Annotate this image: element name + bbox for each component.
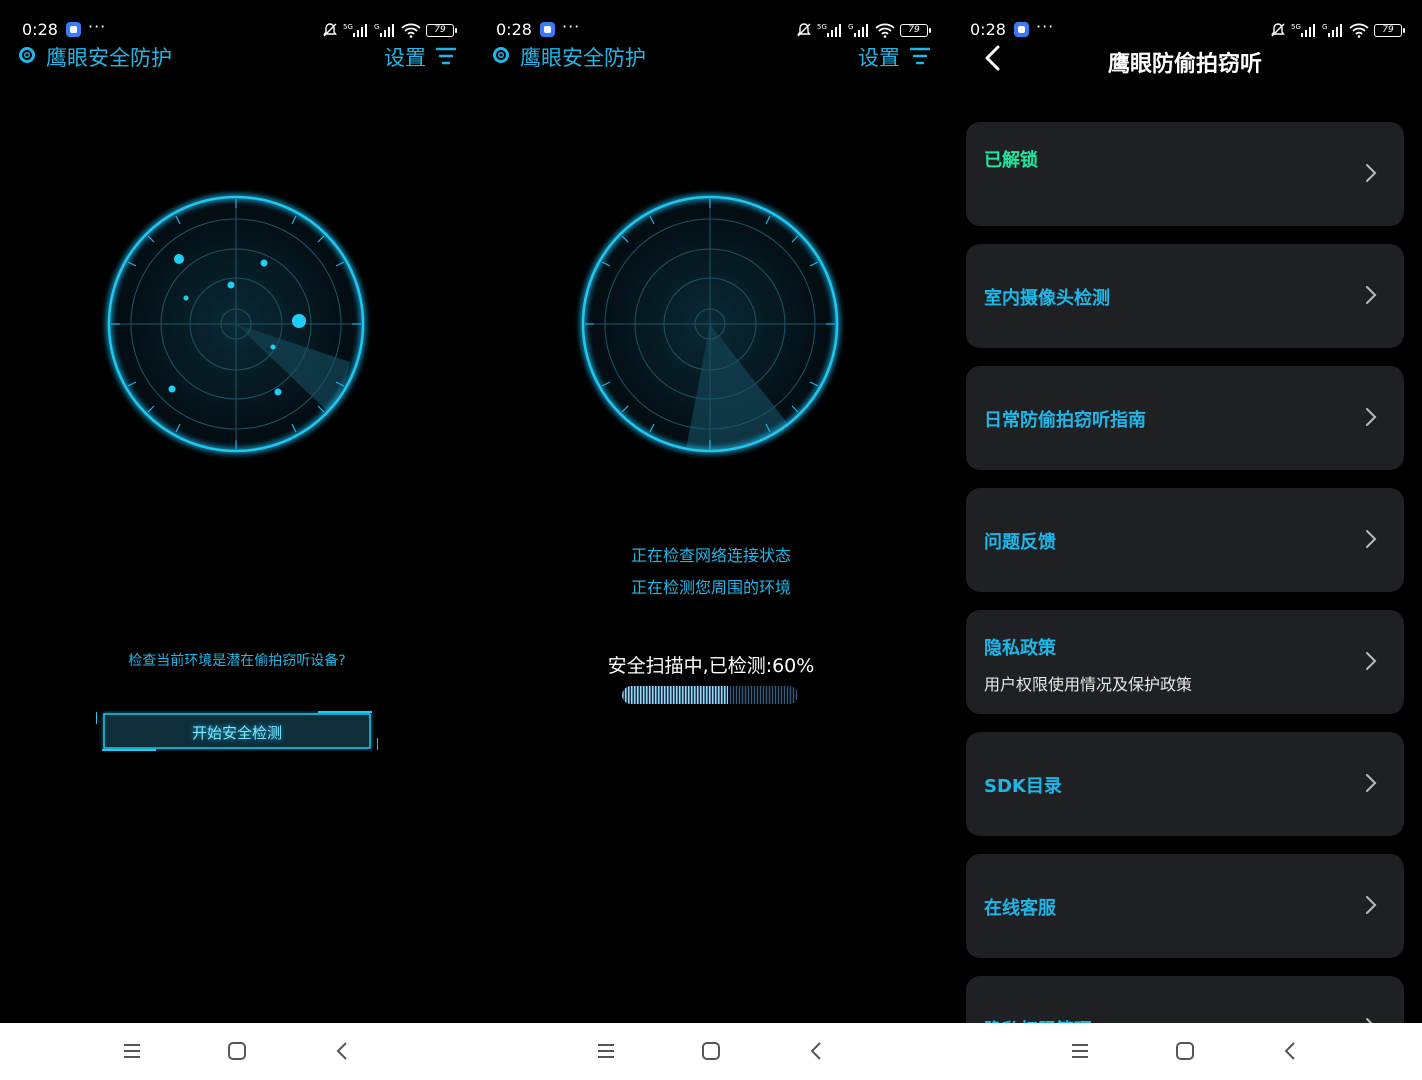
scan-status-environment: 正在检测您周围的环境 [630,578,791,597]
system-nav-bar [948,1023,1422,1080]
status-icons: 5G G 79 [1270,20,1405,40]
recents-icon[interactable] [122,1041,142,1061]
menu-item-feedback[interactable]: 问题反馈 [966,488,1404,592]
scan-status-network: 正在检查网络连接状态 [630,546,791,565]
signal-icon: G [848,23,868,37]
chevron-right-icon [1366,530,1377,548]
menu-item-privacy-policy[interactable]: 隐私政策 用户权限使用情况及保护政策 [966,610,1404,714]
wifi-icon [875,23,895,38]
menu-item-label: 日常防偷拍窃听指南 [984,410,1146,431]
wifi-icon [1349,23,1369,38]
app-header: 鹰眼安全防护 设置 [474,40,948,72]
back-nav-icon[interactable] [806,1041,826,1061]
menu-item-subtitle: 用户权限使用情况及保护政策 [984,675,1193,694]
status-icons: 5G G 79 [796,20,931,40]
menu-item-guide[interactable]: 日常防偷拍窃听指南 [966,366,1404,470]
app-notification-icon [540,22,555,37]
app-notification-icon [66,22,81,37]
chevron-right-icon [1366,286,1377,304]
chevron-right-icon [1366,774,1377,792]
recents-icon[interactable] [1070,1041,1090,1061]
status-time: 0:28 [970,20,1006,39]
app-title: 鹰眼安全防护 [46,46,172,70]
home-icon[interactable] [227,1041,247,1061]
system-nav-bar [474,1023,948,1080]
status-icons: 5G G 79 [322,20,457,40]
eye-logo-icon [493,47,509,63]
menu-item-sdk-list[interactable]: SDK目录 [966,732,1404,836]
svg-text:G: G [1322,23,1327,31]
app-header: 鹰眼安全防护 设置 [0,40,474,72]
check-hint: 检查当前环境是潜在偷拍窃听设备? [128,653,346,669]
bell-muted-icon [1271,23,1285,37]
start-scan-label: 开始安全检测 [191,724,282,742]
signal-icon: G [1322,23,1342,37]
scan-progress-text: 安全扫描中,已检测:60% [607,655,815,677]
radar-scanner [106,194,366,454]
recents-icon[interactable] [596,1041,616,1061]
app-notification-icon [1014,22,1029,37]
menu-item-camera-detection[interactable]: 室内摄像头检测 [966,244,1404,348]
settings-screen: 0:28 ··· 5G G 79 鹰眼防偷拍窃听 已解锁 室内摄像头检测 日常防… [948,0,1422,1080]
eye-logo-icon [19,47,35,63]
status-bar: 0:28 ··· 5G G 79 [948,16,1422,44]
status-time: 0:28 [496,20,532,39]
signal-5g-icon: 5G [817,23,841,37]
scan-progress-bar [622,686,798,704]
more-notifications-icon: ··· [562,17,581,36]
menu-item-label: 室内摄像头检测 [984,288,1110,309]
back-nav-icon[interactable] [332,1041,352,1061]
more-notifications-icon: ··· [88,17,107,36]
menu-icon[interactable] [436,47,456,65]
more-notifications-icon: ··· [1036,17,1055,36]
battery-icon: 79 [900,23,931,37]
scan-progress-fill [622,686,728,704]
signal-5g-icon: 5G [343,23,367,37]
battery-icon: 79 [1374,23,1405,37]
menu-icon[interactable] [910,47,930,65]
signal-5g-icon: 5G [1291,23,1315,37]
bell-muted-icon [797,23,811,37]
home-icon[interactable] [701,1041,721,1061]
chevron-right-icon [1366,408,1377,426]
page-title: 鹰眼防偷拍窃听 [1107,52,1262,77]
menu-item-unlocked[interactable]: 已解锁 [966,122,1404,226]
menu-item-customer-service[interactable]: 在线客服 [966,854,1404,958]
svg-text:G: G [374,23,379,31]
home-icon[interactable] [1175,1041,1195,1061]
svg-text:G: G [848,23,853,31]
wifi-icon [401,23,421,38]
battery-icon: 79 [426,23,457,37]
signal-icon: G [374,23,394,37]
svg-text:5G: 5G [817,23,827,31]
chevron-right-icon [1366,896,1377,914]
settings-link[interactable]: 设置 [858,42,900,72]
settings-link[interactable]: 设置 [384,42,426,72]
menu-item-label: 已解锁 [984,150,1038,171]
scanning-screen: 0:28 ··· 5G G 79 鹰眼安全防护 设置 正在检查网络连接状态 正在… [474,0,948,1080]
chevron-right-icon [1366,652,1377,670]
menu-item-label: SDK目录 [984,776,1062,797]
app-title: 鹰眼安全防护 [520,46,646,70]
chevron-right-icon [1366,164,1377,182]
home-screen: 0:28 ··· 5G G 79 鹰眼安全防护 设置 检查当前环境是潜在偷拍窃听… [0,0,474,1080]
back-nav-icon[interactable] [1280,1041,1300,1061]
menu-item-label: 问题反馈 [984,532,1056,553]
radar-scanner [580,194,840,454]
menu-item-label: 在线客服 [984,898,1056,919]
menu-item-label: 隐私政策 [984,638,1056,659]
status-time: 0:28 [22,20,58,39]
svg-text:5G: 5G [343,23,353,31]
svg-text:5G: 5G [1291,23,1301,31]
system-nav-bar [0,1023,474,1080]
bell-muted-icon [323,23,337,37]
start-scan-button[interactable]: 开始安全检测 [96,710,378,752]
